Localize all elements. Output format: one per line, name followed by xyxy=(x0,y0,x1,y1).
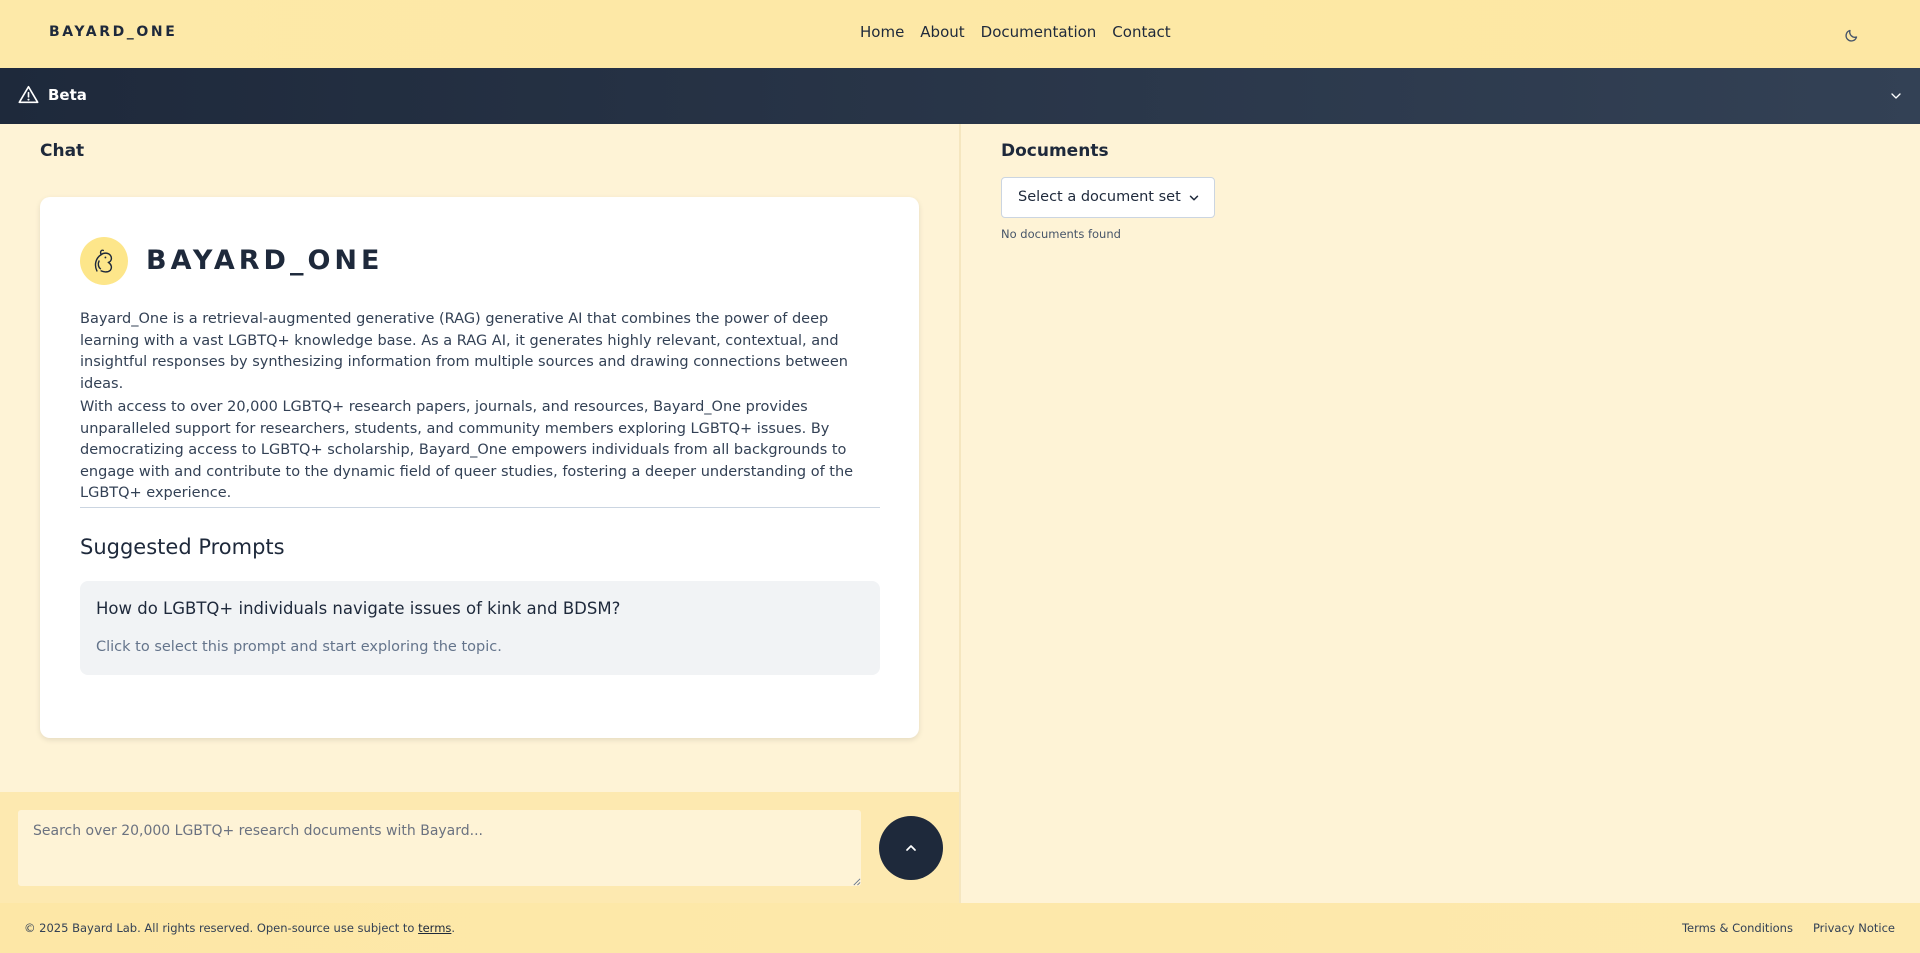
document-set-select-label: Select a document set xyxy=(1018,189,1181,205)
moon-icon xyxy=(1844,29,1857,42)
chevron-up-icon xyxy=(906,845,916,851)
resize-grip-icon[interactable] xyxy=(852,877,861,886)
chevron-down-icon xyxy=(1189,195,1199,201)
beta-banner[interactable]: Beta xyxy=(0,68,1920,124)
nav-contact-link[interactable]: Contact xyxy=(1112,23,1170,41)
footer-copyright: © 2025 Bayard Lab. All rights reserved. … xyxy=(24,921,455,935)
theme-toggle-button[interactable] xyxy=(1842,26,1860,44)
nav-home-link[interactable]: Home xyxy=(860,23,904,41)
card-divider xyxy=(80,507,880,508)
prompt-subtitle: Click to select this prompt and start ex… xyxy=(96,639,502,655)
footer-links: Terms & Conditions Privacy Notice xyxy=(1682,921,1895,935)
warning-triangle-icon xyxy=(18,85,39,104)
suggested-prompt-card[interactable]: How do LGBTQ+ individuals navigate issue… xyxy=(80,581,880,675)
nav-documentation-link[interactable]: Documentation xyxy=(981,23,1097,41)
logo-wordmark: BAYARD_ONE xyxy=(146,245,384,276)
no-documents-text: No documents found xyxy=(1001,227,1121,241)
logo-badge xyxy=(80,237,128,285)
beta-label: Beta xyxy=(48,86,87,104)
top-header: BAYARD_ONE Home About Documentation Cont… xyxy=(0,0,1920,68)
copyright-text: © 2025 Bayard Lab. All rights reserved. … xyxy=(24,921,419,935)
suggested-prompts-title: Suggested Prompts xyxy=(80,535,285,559)
search-input[interactable] xyxy=(17,809,862,887)
app: BAYARD_ONE Home About Documentation Cont… xyxy=(0,0,1920,953)
privacy-notice-link[interactable]: Privacy Notice xyxy=(1813,921,1895,935)
prompt-title: How do LGBTQ+ individuals navigate issue… xyxy=(96,599,621,618)
chat-panel: Chat BAYARD_ONE Bayard_One is a retrieva… xyxy=(0,124,959,903)
chat-title: Chat xyxy=(40,141,85,161)
intro-paragraph-2: With access to over 20,000 LGBTQ+ resear… xyxy=(80,399,854,501)
intro-paragraph-1: Bayard_One is a retrieval-augmented gene… xyxy=(80,311,848,392)
main-nav: Home About Documentation Contact xyxy=(860,23,1171,41)
squirrel-icon xyxy=(94,249,113,273)
documents-title: Documents xyxy=(1001,141,1109,161)
terms-link[interactable]: terms xyxy=(418,921,451,935)
terms-conditions-link[interactable]: Terms & Conditions xyxy=(1682,921,1793,935)
nav-about-link[interactable]: About xyxy=(920,23,964,41)
intro-card: BAYARD_ONE Bayard_One is a retrieval-aug… xyxy=(40,197,919,738)
footer: © 2025 Bayard Lab. All rights reserved. … xyxy=(0,903,1920,953)
chat-input-area xyxy=(0,792,959,903)
documents-panel: Documents Select a document set No docum… xyxy=(961,124,1920,903)
copyright-suffix: . xyxy=(451,921,456,935)
document-set-select[interactable]: Select a document set xyxy=(1001,177,1215,218)
brand-logo[interactable]: BAYARD_ONE xyxy=(49,24,177,40)
send-button[interactable] xyxy=(879,816,943,880)
chevron-down-icon[interactable] xyxy=(1888,88,1904,104)
